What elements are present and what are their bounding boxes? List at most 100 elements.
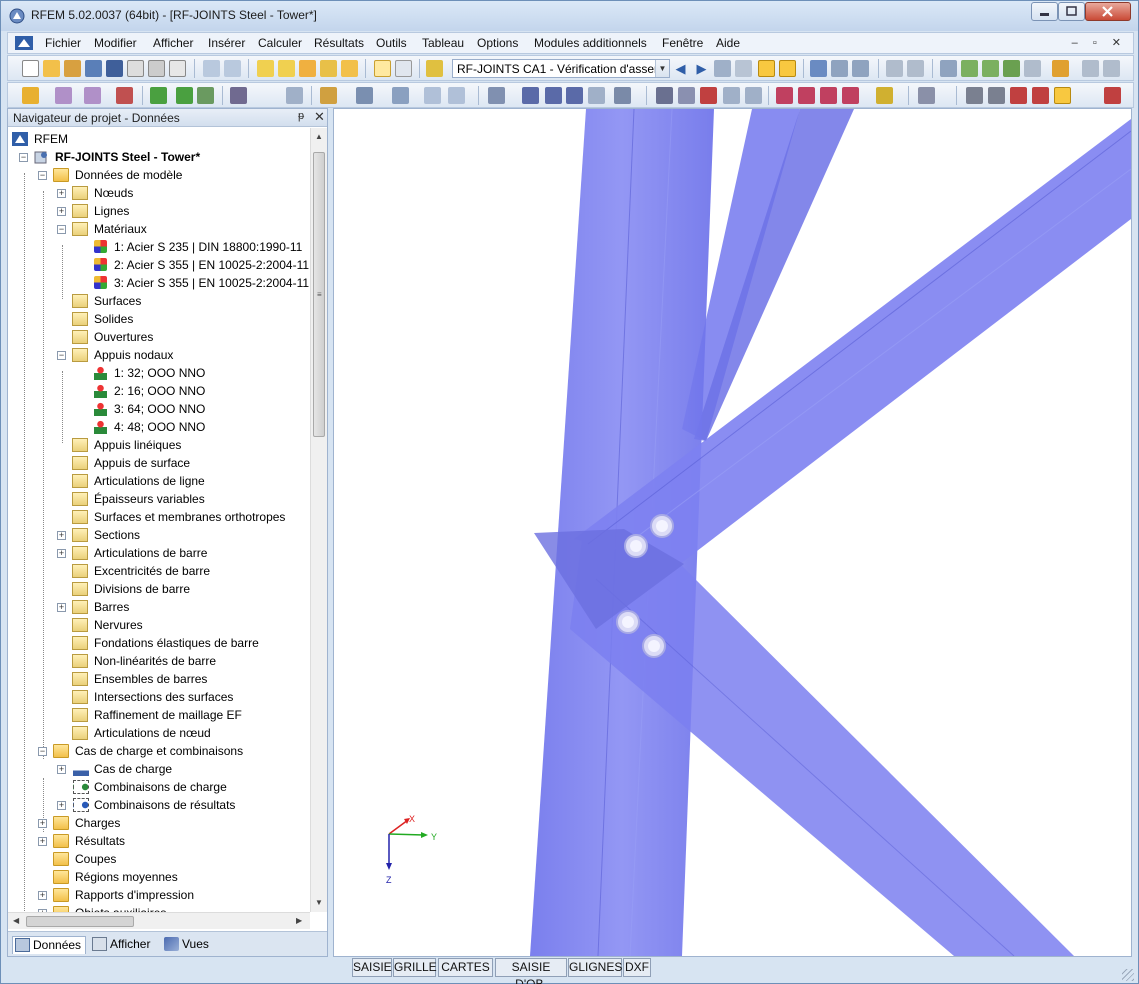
load-case-icon[interactable] xyxy=(426,60,443,77)
renumber-icon[interactable] xyxy=(588,87,605,104)
node-display-icon[interactable] xyxy=(1010,87,1027,104)
status-saisie-ob-button[interactable]: SAISIE D'OB. xyxy=(495,958,567,984)
previous-case-icon[interactable]: ◀ xyxy=(672,60,689,77)
menu-resultats[interactable]: Résultats xyxy=(314,36,364,50)
expand-icon[interactable]: + xyxy=(57,189,66,198)
menu-outils[interactable]: Outils xyxy=(376,36,407,50)
export-icon[interactable] xyxy=(1104,87,1121,104)
scroll-up-icon[interactable]: ▲ xyxy=(315,132,323,141)
render-icon[interactable] xyxy=(448,87,465,104)
line-icon[interactable] xyxy=(1024,60,1041,77)
menu-options[interactable]: Options xyxy=(477,36,518,50)
menu-afficher[interactable]: Afficher xyxy=(153,36,193,50)
general-data-icon[interactable] xyxy=(257,60,274,77)
collapse-icon[interactable]: − xyxy=(19,153,28,162)
menu-modifier[interactable]: Modifier xyxy=(94,36,137,50)
minimize-button[interactable] xyxy=(1031,2,1058,21)
surface-support-icon[interactable] xyxy=(197,87,214,104)
project-manager-icon[interactable] xyxy=(85,60,102,77)
view-3d-icon[interactable] xyxy=(723,87,740,104)
expand-icon[interactable]: + xyxy=(38,891,47,900)
grid-icon[interactable] xyxy=(286,87,303,104)
surface-icon[interactable] xyxy=(961,60,978,77)
show-results-icon[interactable] xyxy=(714,60,731,77)
close-icon[interactable]: ✕ xyxy=(314,109,325,125)
close-button[interactable] xyxy=(1085,2,1131,21)
bolt[interactable] xyxy=(650,514,674,538)
scrollbar-thumb[interactable] xyxy=(26,916,134,927)
menu-fenetre[interactable]: Fenêtre xyxy=(662,36,703,50)
grid-view-icon[interactable] xyxy=(395,60,412,77)
collapse-icon[interactable]: − xyxy=(38,747,47,756)
view-all-icon[interactable] xyxy=(656,87,673,104)
animation-icon[interactable] xyxy=(810,60,827,77)
vertical-scrollbar[interactable]: ▲ ≡ ▼ xyxy=(310,128,327,912)
resize-grip-icon[interactable] xyxy=(1122,969,1134,981)
print-graphic-icon[interactable] xyxy=(148,60,165,77)
member-sets-icon[interactable] xyxy=(488,87,505,104)
maximize-button[interactable] xyxy=(1058,2,1085,21)
view-x-icon[interactable] xyxy=(776,87,793,104)
table-icon[interactable] xyxy=(374,60,391,77)
status-glignes-button[interactable]: GLIGNES xyxy=(568,958,622,977)
line-support-icon[interactable] xyxy=(176,87,193,104)
mdi-window-controls[interactable]: ‒ ▫ ✕ xyxy=(1072,36,1127,49)
comment-icon[interactable] xyxy=(907,60,924,77)
rotate-icon[interactable] xyxy=(392,87,409,104)
expand-icon[interactable]: + xyxy=(57,603,66,612)
bolt[interactable] xyxy=(624,534,648,558)
tools-icon[interactable] xyxy=(614,87,631,104)
new-file-icon[interactable] xyxy=(22,60,39,77)
diagram-icon[interactable] xyxy=(831,60,848,77)
bolt[interactable] xyxy=(616,610,640,634)
save-icon[interactable] xyxy=(106,60,123,77)
chevron-down-icon[interactable]: ▼ xyxy=(655,60,669,77)
redo-icon[interactable] xyxy=(224,60,241,77)
hidden-lines-icon[interactable] xyxy=(988,87,1005,104)
print-preview-icon[interactable] xyxy=(169,60,186,77)
eye-view-icon[interactable] xyxy=(758,60,775,77)
open-file-icon[interactable] xyxy=(43,60,60,77)
collapse-icon[interactable]: − xyxy=(57,225,66,234)
view-z-icon[interactable] xyxy=(820,87,837,104)
new-member-icon[interactable] xyxy=(116,87,133,104)
zoom-icon[interactable] xyxy=(700,87,717,104)
expand-icon[interactable]: + xyxy=(57,207,66,216)
menu-inserer[interactable]: Insérer xyxy=(208,36,245,50)
menu-tableau[interactable]: Tableau xyxy=(422,36,464,50)
calculate-all-icon[interactable] xyxy=(299,60,316,77)
view-icon[interactable] xyxy=(320,87,337,104)
expand-icon[interactable]: + xyxy=(57,549,66,558)
status-saisie-button[interactable]: SAISIE xyxy=(352,958,392,977)
isometric-icon[interactable] xyxy=(424,87,441,104)
sections-result-icon[interactable] xyxy=(852,60,869,77)
menu-fichier[interactable]: Fichier xyxy=(45,36,81,50)
undo-icon[interactable] xyxy=(203,60,220,77)
status-dxf-button[interactable]: DXF xyxy=(623,958,651,977)
visibility-icon[interactable] xyxy=(876,87,893,104)
model-viewport[interactable]: X Y Z xyxy=(333,108,1132,957)
tab-vues[interactable]: Vues xyxy=(162,936,209,954)
view-y-icon[interactable] xyxy=(798,87,815,104)
tab-afficher[interactable]: Afficher xyxy=(90,936,150,954)
intersect-icon[interactable] xyxy=(566,87,583,104)
active-display-icon[interactable] xyxy=(1054,87,1071,104)
values-icon[interactable] xyxy=(735,60,752,77)
align-icon[interactable] xyxy=(1082,60,1099,77)
solid-icon[interactable] xyxy=(982,60,999,77)
scrollbar-thumb[interactable]: ≡ xyxy=(313,152,325,437)
print-report-icon[interactable] xyxy=(127,60,144,77)
new-line-icon[interactable] xyxy=(84,87,101,104)
new-support-icon[interactable] xyxy=(150,87,167,104)
load-case-select[interactable]: RF-JOINTS CA1 - Vérification d'assemb ▼ xyxy=(452,59,670,78)
scroll-down-icon[interactable]: ▼ xyxy=(315,898,323,907)
menu-modules-additionnels[interactable]: Modules additionnels xyxy=(534,36,647,50)
scroll-left-icon[interactable]: ◀ xyxy=(13,916,19,925)
dimension-icon[interactable] xyxy=(886,60,903,77)
expand-icon[interactable]: + xyxy=(57,801,66,810)
member-display-icon[interactable] xyxy=(1032,87,1049,104)
display-icon[interactable] xyxy=(356,87,373,104)
view-minus-x-icon[interactable] xyxy=(842,87,859,104)
open-archive-icon[interactable] xyxy=(64,60,81,77)
results-icon[interactable] xyxy=(320,60,337,77)
